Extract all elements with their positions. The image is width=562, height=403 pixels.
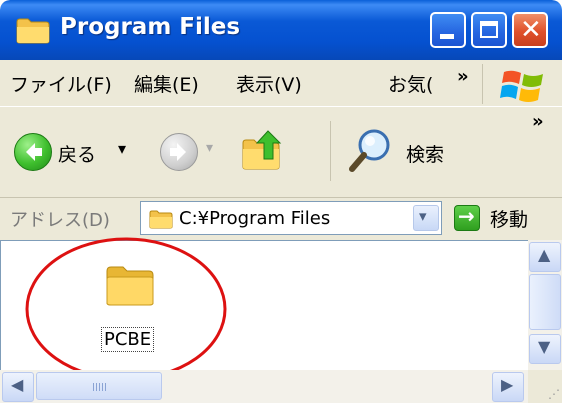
toolbar-overflow-chevron[interactable]: » [532, 111, 544, 132]
chevron-down-icon: ▾ [419, 207, 427, 225]
go-label[interactable]: 移動 [490, 205, 528, 232]
close-button[interactable]: ✕ [512, 12, 548, 48]
forward-dropdown-icon[interactable]: ▾ [206, 140, 213, 156]
folder-icon [16, 18, 50, 44]
back-arrow-icon [26, 143, 42, 161]
up-folder-icon[interactable] [240, 127, 286, 173]
close-icon: ✕ [520, 15, 542, 45]
go-arrow-icon: → [458, 204, 475, 228]
menu-overflow-chevron[interactable]: » [457, 66, 469, 87]
forward-arrow-icon [170, 143, 186, 161]
window-title: Program Files [60, 14, 241, 40]
horizontal-scrollbar[interactable]: ◀ ▶ [0, 370, 528, 403]
address-dropdown-button[interactable]: ▾ [413, 205, 439, 231]
scroll-up-button[interactable]: ▲ [529, 242, 561, 272]
scroll-left-button[interactable]: ◀ [2, 372, 34, 402]
vertical-scrollbar[interactable]: ▲ ▼ [528, 240, 562, 370]
windows-logo-icon [500, 70, 543, 102]
chevron-right-icon: ▶ [501, 375, 514, 394]
back-label[interactable]: 戻る [58, 140, 96, 167]
menu-separator [482, 64, 483, 104]
address-label: アドレス(D) [10, 210, 110, 231]
search-label[interactable]: 検索 [406, 140, 444, 167]
address-value: C:¥Program Files [179, 208, 331, 229]
back-dropdown-icon[interactable]: ▾ [118, 139, 126, 158]
address-input[interactable]: C:¥Program Files ▾ [140, 201, 442, 235]
menu-file[interactable]: ファイル(F) [10, 70, 112, 97]
resize-grip-icon: ⋰ [548, 387, 560, 401]
menu-bar: ファイル(F) 編集(E) 表示(V) お気( » [0, 60, 562, 107]
menu-view[interactable]: 表示(V) [236, 70, 302, 97]
menu-favorites[interactable]: お気( [388, 70, 433, 97]
search-icon[interactable] [346, 125, 396, 175]
horizontal-scroll-thumb[interactable] [36, 372, 162, 400]
go-button[interactable]: → [454, 204, 480, 231]
forward-button[interactable] [160, 133, 198, 171]
folder-icon [149, 210, 173, 229]
title-bar[interactable]: Program Files ✕ [0, 0, 562, 60]
vertical-scroll-thumb[interactable] [529, 274, 561, 330]
address-bar: アドレス(D) C:¥Program Files ▾ → 移動 [0, 198, 562, 240]
explorer-window: Program Files ✕ ファイル(F) 編集(E) 表示(V) お気( … [0, 0, 562, 403]
toolbar: 戻る ▾ ▾ 検索 » [0, 107, 562, 198]
menu-edit[interactable]: 編集(E) [134, 70, 199, 97]
chevron-left-icon: ◀ [11, 375, 24, 394]
back-button[interactable] [14, 133, 52, 171]
chevron-up-icon: ▲ [538, 245, 551, 264]
grip-icon [93, 383, 107, 391]
maximize-icon [480, 21, 498, 38]
maximize-button[interactable] [471, 12, 507, 48]
resize-grip[interactable]: ⋰ [528, 370, 562, 403]
chevron-down-icon: ▼ [538, 337, 551, 356]
annotation-circle [25, 237, 227, 381]
minimize-icon [440, 34, 454, 39]
minimize-button[interactable] [430, 12, 466, 48]
toolbar-separator [330, 121, 331, 181]
scroll-down-button[interactable]: ▼ [529, 334, 561, 364]
scroll-right-button[interactable]: ▶ [492, 372, 524, 402]
